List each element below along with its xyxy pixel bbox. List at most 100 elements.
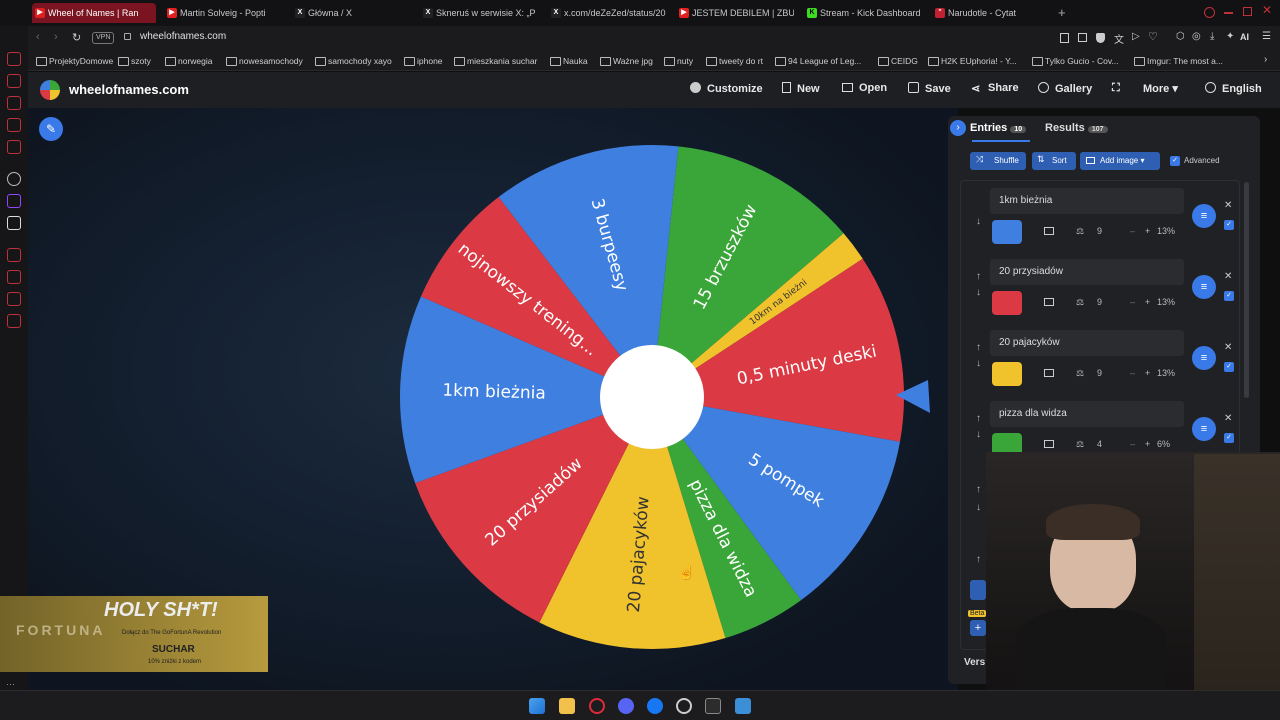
- bookmark-item[interactable]: samochody xayo: [315, 54, 392, 68]
- add-beta-button[interactable]: +: [970, 620, 986, 636]
- notepad-icon[interactable]: [735, 698, 751, 714]
- twitch-icon[interactable]: [7, 194, 21, 208]
- move-up-icon[interactable]: ↑: [976, 554, 981, 565]
- address-bar[interactable]: wheelofnames.com: [140, 31, 226, 42]
- language-button[interactable]: English: [1205, 82, 1262, 95]
- weight-plus-button[interactable]: +: [1145, 297, 1150, 307]
- heart-icon[interactable]: ♡: [1148, 30, 1158, 43]
- weight-plus-button[interactable]: +: [1145, 368, 1150, 378]
- menu-icon[interactable]: ☰: [1262, 31, 1271, 42]
- bookmark-icon[interactable]: [1060, 33, 1069, 43]
- search-icon[interactable]: [1204, 7, 1215, 18]
- tab-x-status[interactable]: X x.com/deZeZed/status/20: [548, 3, 666, 23]
- share-button[interactable]: ⋖ Share: [971, 82, 1019, 95]
- move-down-icon[interactable]: ↓: [976, 216, 981, 227]
- sidebar-app-icon[interactable]: [7, 270, 21, 284]
- player-icon[interactable]: ▷: [1132, 31, 1140, 42]
- settings-icon[interactable]: [7, 314, 21, 328]
- tab-x-post[interactable]: X Skneruś w serwisie X: „P: [420, 3, 538, 23]
- tab-quote[interactable]: " Narudotle - Cytat: [932, 3, 1050, 23]
- wheel-center-button[interactable]: [600, 345, 704, 449]
- move-up-icon[interactable]: ↑: [976, 413, 981, 424]
- tab-results[interactable]: Results 107: [1045, 122, 1108, 134]
- new-button[interactable]: New: [782, 82, 820, 95]
- bookmark-item[interactable]: Tylko Gucio - Cov...: [1032, 54, 1119, 68]
- flow-icon[interactable]: ✦: [1226, 31, 1234, 42]
- entry-color-button[interactable]: [992, 220, 1022, 244]
- move-down-icon[interactable]: ↓: [976, 502, 981, 513]
- chatgpt-icon[interactable]: [7, 172, 21, 186]
- tab-youtube-video[interactable]: ▶ JESTEM DEBILEM | ZBUD: [676, 3, 794, 23]
- move-down-icon[interactable]: ↓: [976, 429, 981, 440]
- entry-name-input[interactable]: 1km bieżnia: [990, 188, 1184, 214]
- move-up-icon[interactable]: ↑: [976, 484, 981, 495]
- entry-color-button[interactable]: [992, 291, 1022, 315]
- translate-icon[interactable]: 文: [1114, 31, 1124, 46]
- bookmark-item[interactable]: norwegia: [165, 54, 213, 68]
- open-button[interactable]: Open: [842, 82, 887, 94]
- move-up-icon[interactable]: ↑: [976, 271, 981, 282]
- entry-enabled-checkbox[interactable]: ✓: [1224, 362, 1234, 372]
- bookmark-item[interactable]: mieszkania suchar: [454, 54, 537, 68]
- obs-icon[interactable]: [676, 698, 692, 714]
- terminal-icon[interactable]: [705, 698, 721, 714]
- entry-weight[interactable]: 9: [1097, 368, 1102, 378]
- bookmark-item[interactable]: nuty: [664, 54, 693, 68]
- gallery-button[interactable]: Gallery: [1038, 82, 1092, 95]
- bookmark-item[interactable]: Nauka: [550, 54, 588, 68]
- more-button[interactable]: More ▾: [1143, 82, 1178, 95]
- save-button[interactable]: Save: [908, 82, 951, 95]
- weight-plus-button[interactable]: +: [1145, 226, 1150, 236]
- sidebar-app-icon[interactable]: [7, 292, 21, 306]
- bookmark-item[interactable]: ProjektyDomowe: [36, 54, 113, 68]
- extensions-icon[interactable]: ⬡: [1176, 31, 1185, 42]
- move-up-icon[interactable]: ↑: [976, 342, 981, 353]
- fullscreen-button[interactable]: ⛶: [1112, 82, 1120, 95]
- sidebar-app-icon[interactable]: [7, 118, 21, 132]
- weight-plus-button[interactable]: +: [1145, 439, 1150, 449]
- entry-settings-button[interactable]: ≡: [1192, 275, 1216, 299]
- file-explorer-icon[interactable]: [559, 698, 575, 714]
- entry-name-input[interactable]: pizza dla widza: [990, 401, 1184, 427]
- bookmark-item[interactable]: Ważne jpg: [600, 54, 653, 68]
- customize-button[interactable]: Customize: [690, 82, 763, 95]
- weight-minus-button[interactable]: –: [1130, 439, 1135, 449]
- entry-weight[interactable]: 9: [1097, 226, 1102, 236]
- entry-enabled-checkbox[interactable]: ✓: [1224, 220, 1234, 230]
- discord-icon[interactable]: [618, 698, 634, 714]
- image-icon[interactable]: [1044, 227, 1054, 235]
- download-icon[interactable]: ⤓: [1210, 31, 1214, 42]
- sidebar-app-icon[interactable]: [7, 52, 21, 66]
- remove-entry-icon[interactable]: ✕: [1224, 342, 1232, 353]
- bookmark-item[interactable]: tweety do rt: [706, 54, 763, 68]
- close-window-button[interactable]: ✕: [1262, 3, 1272, 17]
- bookmark-item[interactable]: CEIDG: [878, 54, 918, 68]
- remove-entry-icon[interactable]: ✕: [1224, 271, 1232, 282]
- maximize-button[interactable]: [1243, 7, 1252, 16]
- opera-gx-icon[interactable]: [589, 698, 605, 714]
- back-button[interactable]: ‹: [36, 31, 40, 43]
- entry-weight[interactable]: 9: [1097, 297, 1102, 307]
- overflow-dots-icon[interactable]: ···: [6, 679, 15, 689]
- entry-enabled-checkbox[interactable]: ✓: [1224, 433, 1234, 443]
- bookmarks-overflow-icon[interactable]: ›: [1264, 54, 1267, 65]
- wallet-icon[interactable]: ◎: [1192, 31, 1201, 42]
- x-icon[interactable]: [7, 216, 21, 230]
- remove-entry-icon[interactable]: ✕: [1224, 413, 1232, 424]
- capture-icon[interactable]: [1078, 33, 1087, 42]
- vpn-badge[interactable]: VPN: [92, 32, 115, 44]
- entry-name-input[interactable]: 20 przysiadów: [990, 259, 1184, 285]
- entry-settings-button[interactable]: ≡: [1192, 417, 1216, 441]
- tab-wheel-of-names[interactable]: ▶ Wheel of Names | Ran: [32, 3, 156, 23]
- entry-color-button[interactable]: [992, 362, 1022, 386]
- tab-martin-solveig[interactable]: ▶ Martin Solveig - Popti: [164, 3, 282, 23]
- shield-icon[interactable]: [1096, 33, 1105, 43]
- ai-button[interactable]: AI: [1240, 32, 1249, 42]
- entry-enabled-checkbox[interactable]: ✓: [1224, 291, 1234, 301]
- bookmark-item[interactable]: szoty: [118, 54, 151, 68]
- bookmark-item[interactable]: 94 League of Leg...: [775, 54, 861, 68]
- add-entry-button[interactable]: [970, 580, 986, 600]
- image-icon[interactable]: [1044, 298, 1054, 306]
- new-tab-button[interactable]: +: [1058, 5, 1066, 20]
- sidebar-app-icon[interactable]: [7, 96, 21, 110]
